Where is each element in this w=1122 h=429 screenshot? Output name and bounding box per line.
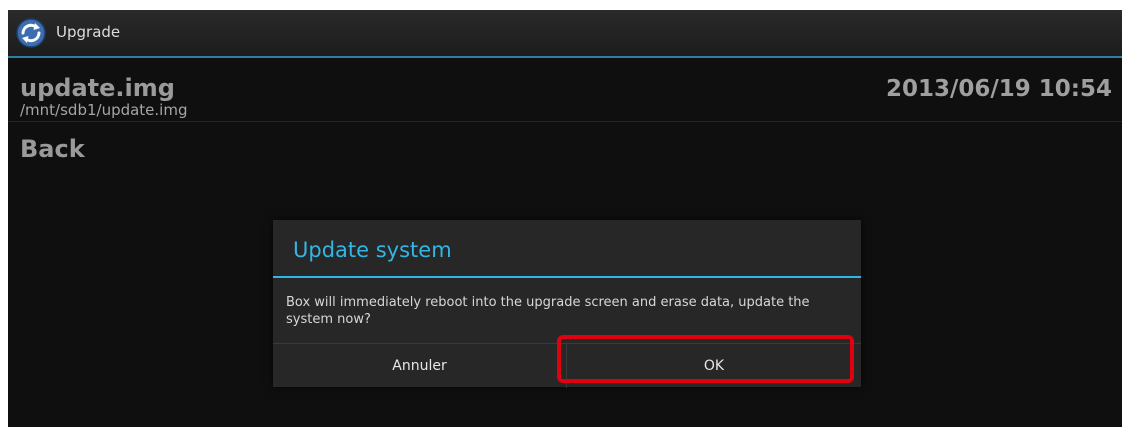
dialog-button-bar: Annuler OK [273,343,861,388]
back-item[interactable]: Back [20,135,85,163]
dialog-title: Update system [293,238,452,262]
title-bar: Upgrade [8,10,1122,58]
update-dialog: Update system Box will immediately reboo… [273,220,861,388]
android-screen: Upgrade update.img /mnt/sdb1/update.img … [8,10,1122,427]
file-header[interactable]: update.img /mnt/sdb1/update.img 2013/06/… [8,58,1122,122]
file-path: /mnt/sdb1/update.img [20,101,188,119]
sync-icon [16,18,46,48]
file-name: update.img [20,74,175,102]
cancel-button[interactable]: Annuler [273,344,567,388]
ok-button[interactable]: OK [567,344,861,388]
dialog-message: Box will immediately reboot into the upg… [286,295,810,327]
clock: 2013/06/19 10:54 [885,76,1112,102]
app-title: Upgrade [56,23,121,41]
dialog-divider [273,276,861,278]
